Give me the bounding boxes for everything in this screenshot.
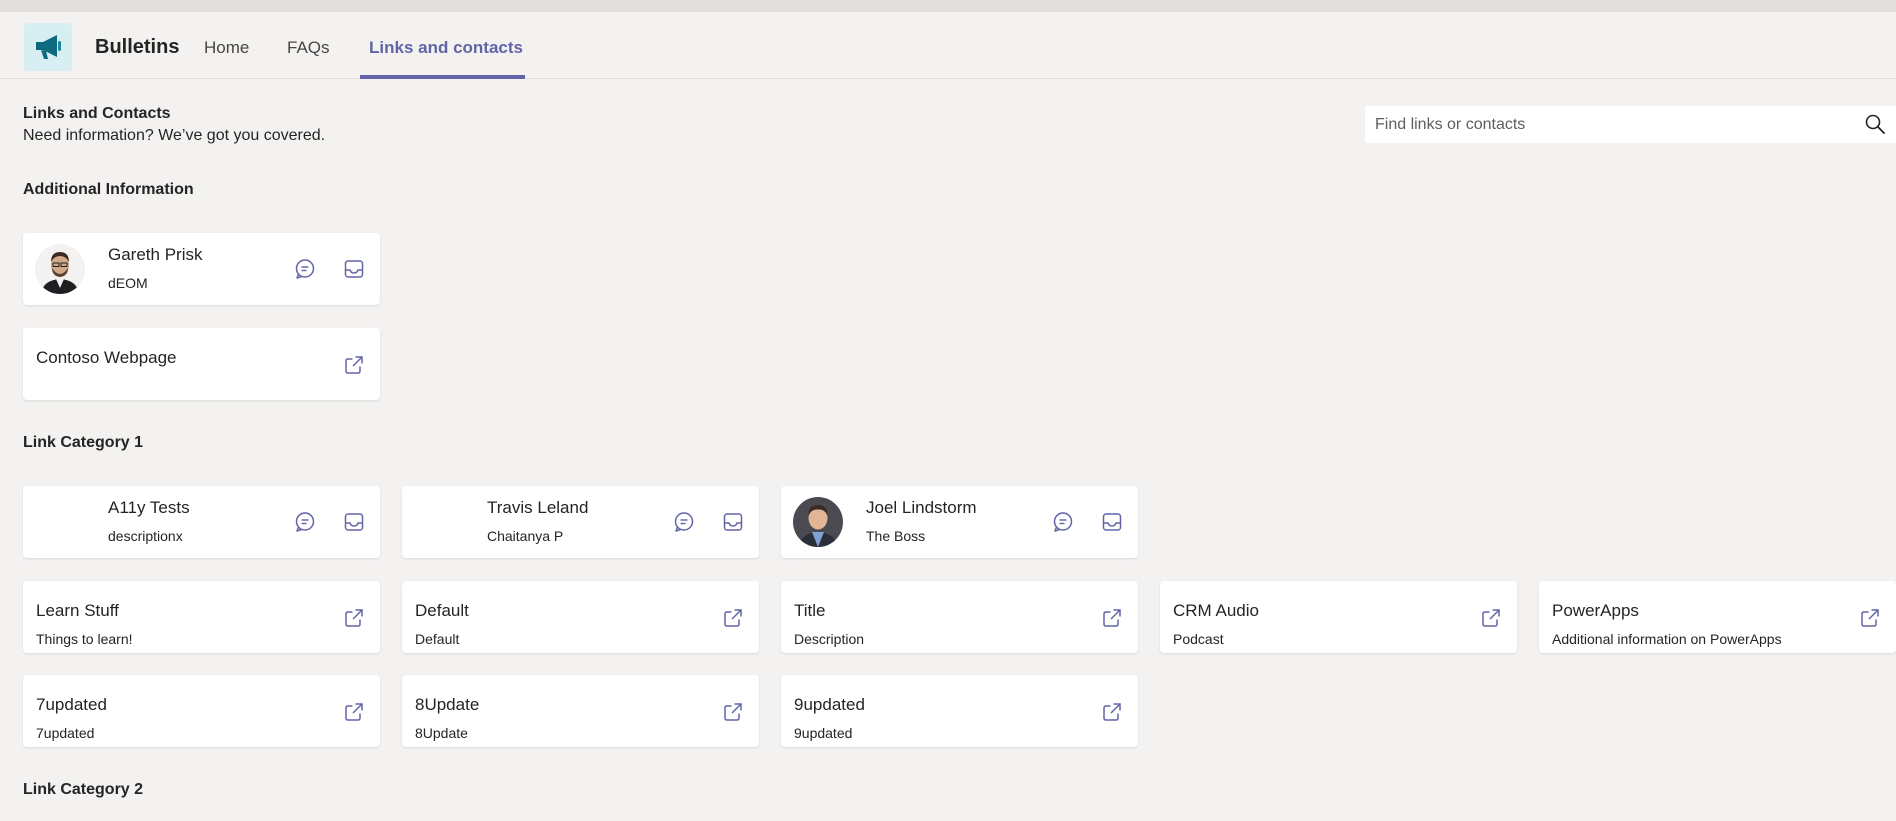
link-description: 7updated [36,725,95,741]
section-title-link-category-2: Link Category 2 [23,781,144,798]
open-external-icon[interactable] [1479,606,1503,630]
contact-description: Chaitanya P [487,528,564,544]
avatar [793,497,843,547]
megaphone-icon [24,23,72,71]
open-external-icon[interactable] [1858,606,1882,630]
contact-description: dEOM [108,275,148,291]
contact-description: The Boss [866,528,926,544]
open-external-icon[interactable] [342,353,366,377]
link-card[interactable]: Default Default [402,581,759,653]
mail-icon[interactable] [721,510,745,534]
mail-icon[interactable] [342,257,366,281]
link-description: Description [794,631,865,647]
link-description: 8Update [415,725,468,741]
contact-name: Travis Leland [487,498,589,517]
open-external-icon[interactable] [1100,700,1124,724]
section-title-link-category-1: Link Category 1 [23,434,144,451]
chat-icon[interactable] [672,510,696,534]
contact-card[interactable]: Gareth Prisk dEOM [23,233,380,305]
link-description: Podcast [1173,631,1224,647]
link-card[interactable]: Learn Stuff Things to learn! [23,581,380,653]
page-subtitle: Need information? We’ve got you covered. [23,127,326,144]
open-external-icon[interactable] [342,700,366,724]
link-title: Title [794,601,826,620]
search-box [1365,106,1896,143]
contact-name: A11y Tests [108,498,190,517]
chat-icon[interactable] [293,257,317,281]
link-title: Learn Stuff [36,601,119,620]
contact-name: Gareth Prisk [108,245,203,264]
page-title: Links and Contacts [23,105,171,122]
contact-name: Joel Lindstorm [866,498,977,517]
link-title: Contoso Webpage [36,348,177,367]
link-title: 7updated [36,695,107,714]
link-title: 9updated [794,695,865,714]
open-external-icon[interactable] [721,606,745,630]
link-card[interactable]: CRM Audio Podcast [1160,581,1517,653]
link-card[interactable]: 9updated 9updated [781,675,1138,747]
link-description: Additional information on PowerApps [1552,631,1782,647]
tab-faqs[interactable]: FAQs [287,38,330,58]
contact-description: descriptionx [108,528,183,544]
tab-links-and-contacts[interactable]: Links and contacts [369,38,523,58]
active-tab-indicator [360,75,525,79]
link-title: CRM Audio [1173,601,1259,620]
open-external-icon[interactable] [721,700,745,724]
search-icon[interactable] [1864,113,1886,135]
app-name: Bulletins [95,36,180,58]
tab-home[interactable]: Home [204,38,249,58]
link-description: Things to learn! [36,631,133,647]
contact-card[interactable]: Travis Leland Chaitanya P [402,486,759,558]
window-top-strip [0,0,1896,12]
open-external-icon[interactable] [1100,606,1124,630]
link-card[interactable]: Contoso Webpage [23,328,380,400]
link-card[interactable]: Title Description [781,581,1138,653]
mail-icon[interactable] [342,510,366,534]
link-description: 9updated [794,725,853,741]
contact-card[interactable]: Joel Lindstorm The Boss [781,486,1138,558]
search-input[interactable] [1375,106,1855,143]
chat-icon[interactable] [1051,510,1075,534]
link-card[interactable]: 8Update 8Update [402,675,759,747]
link-title: PowerApps [1552,601,1639,620]
link-title: 8Update [415,695,480,714]
app-header: Bulletins Home FAQs Links and contacts [0,12,1896,79]
chat-icon[interactable] [293,510,317,534]
section-title-additional-information: Additional Information [23,181,194,198]
link-card[interactable]: 7updated 7updated [23,675,380,747]
mail-icon[interactable] [1100,510,1124,534]
link-card[interactable]: PowerApps Additional information on Powe… [1539,581,1896,653]
link-description: Default [415,631,460,647]
open-external-icon[interactable] [342,606,366,630]
link-title: Default [415,601,469,620]
contact-card[interactable]: A11y Tests descriptionx [23,486,380,558]
avatar [35,244,85,294]
